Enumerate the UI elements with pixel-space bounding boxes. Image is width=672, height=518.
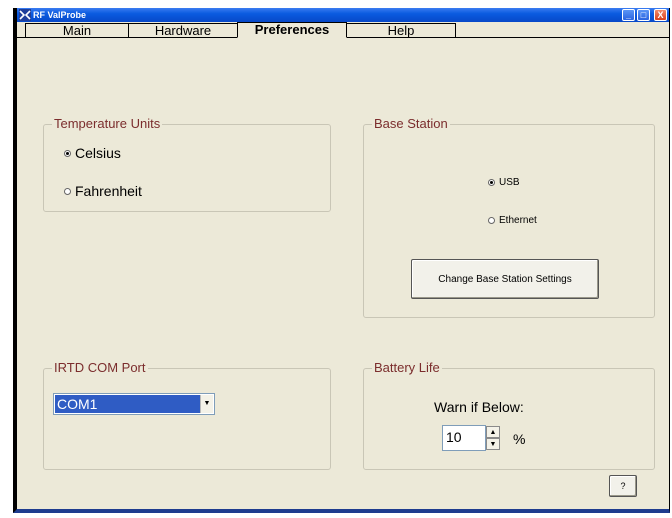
usb-label: USB [499, 177, 520, 188]
battery-threshold-input[interactable]: 10 [442, 425, 486, 451]
maximize-button[interactable]: □ [637, 9, 650, 21]
dropdown-arrow-icon[interactable]: ▼ [200, 395, 213, 413]
temperature-units-title: Temperature Units [52, 116, 163, 131]
com-port-select[interactable]: COM1 ▼ [53, 393, 215, 415]
tab-preferences[interactable]: Preferences [237, 22, 347, 38]
spin-down-icon[interactable]: ▼ [486, 438, 500, 450]
com-port-value: COM1 [55, 395, 200, 413]
radio-unselected-icon [64, 187, 71, 195]
celsius-label: Celsius [75, 145, 121, 161]
ethernet-label: Ethernet [499, 215, 537, 226]
base-station-group: Base Station USB Ethernet Change Base St… [363, 116, 655, 318]
battery-life-title: Battery Life [372, 360, 442, 375]
help-button[interactable]: ? [609, 475, 637, 497]
battery-life-group: Battery Life Warn if Below: 10 ▲ ▼ % [363, 360, 655, 470]
tab-main[interactable]: Main [25, 23, 129, 38]
irtd-com-port-group: IRTD COM Port COM1 ▼ [43, 360, 331, 470]
radio-selected-icon [488, 179, 495, 186]
irtd-com-port-title: IRTD COM Port [52, 360, 148, 375]
usb-radio[interactable]: USB [488, 177, 520, 188]
spin-up-icon[interactable]: ▲ [486, 426, 500, 438]
base-station-title: Base Station [372, 116, 450, 131]
warn-if-below-label: Warn if Below: [434, 399, 524, 415]
screenshot-frame: RF ValProbe _ □ X Main Hardware Preferen… [0, 0, 672, 518]
radio-unselected-icon [488, 217, 495, 224]
battery-threshold-spinner[interactable]: ▲ ▼ [486, 426, 500, 450]
fahrenheit-label: Fahrenheit [75, 183, 142, 199]
celsius-radio[interactable]: Celsius [64, 145, 121, 161]
tab-hardware[interactable]: Hardware [128, 23, 238, 38]
app-logo-icon [19, 9, 31, 21]
ethernet-radio[interactable]: Ethernet [488, 215, 537, 226]
minimize-button[interactable]: _ [622, 9, 635, 21]
title-bar[interactable]: RF ValProbe _ □ X [17, 8, 669, 22]
app-window: RF ValProbe _ □ X Main Hardware Preferen… [13, 8, 670, 513]
close-button[interactable]: X [654, 9, 667, 21]
window-title: RF ValProbe [33, 10, 87, 20]
percent-unit: % [513, 431, 526, 447]
temperature-units-group: Temperature Units Celsius Fahrenheit [43, 116, 331, 212]
tab-strip: Main Hardware Preferences Help [17, 22, 669, 38]
fahrenheit-radio[interactable]: Fahrenheit [64, 183, 142, 199]
change-base-station-settings-button[interactable]: Change Base Station Settings [411, 259, 599, 299]
radio-selected-icon [64, 149, 71, 157]
tab-help[interactable]: Help [346, 23, 456, 38]
